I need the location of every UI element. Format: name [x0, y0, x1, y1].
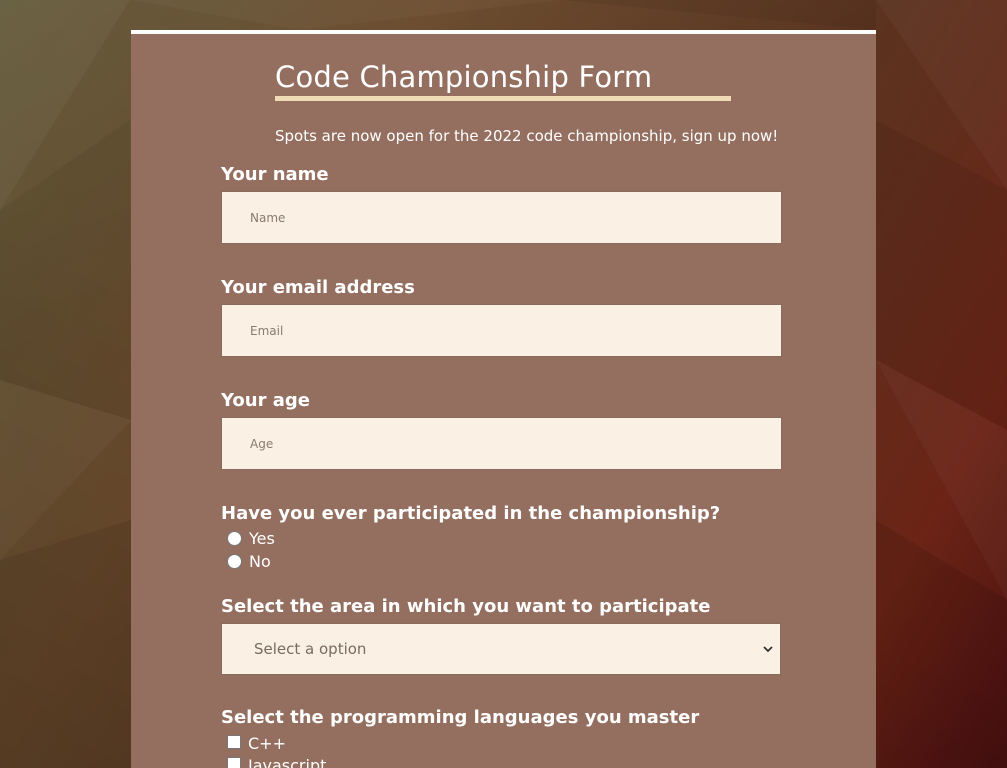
radio-button-no[interactable] — [227, 554, 242, 569]
checkbox-cpp[interactable] — [227, 734, 241, 749]
checkbox-option-cpp[interactable]: C++ — [227, 734, 286, 753]
form-card: Code Championship Form Spots are now ope… — [131, 30, 876, 768]
form-subtitle: Spots are now open for the 2022 code cha… — [275, 127, 779, 145]
email-label: Your email address — [221, 277, 415, 298]
chevron-down-icon — [763, 646, 773, 653]
area-label: Select the area in which you want to par… — [221, 596, 711, 617]
checkbox-javascript[interactable] — [227, 756, 241, 768]
form-title: Code Championship Form — [275, 60, 653, 94]
participated-label: Have you ever participated in the champi… — [221, 503, 721, 524]
checkbox-option-javascript[interactable]: Javascript — [227, 756, 326, 768]
checkbox-label-javascript: Javascript — [248, 756, 327, 768]
radio-label-yes: Yes — [249, 529, 275, 548]
radio-button-yes[interactable] — [227, 531, 242, 546]
name-label: Your name — [221, 164, 329, 185]
area-select[interactable]: Select a option — [221, 623, 781, 675]
area-select-value: Select a option — [254, 640, 367, 658]
languages-label: Select the programming languages you mas… — [221, 707, 700, 728]
checkbox-label-cpp: C++ — [248, 734, 286, 753]
name-input[interactable] — [221, 191, 782, 244]
title-underline — [275, 96, 731, 101]
email-input[interactable] — [221, 304, 782, 357]
radio-option-yes[interactable]: Yes — [227, 529, 275, 548]
age-input[interactable] — [221, 417, 782, 470]
radio-option-no[interactable]: No — [227, 552, 271, 571]
radio-label-no: No — [249, 552, 271, 571]
age-label: Your age — [221, 390, 310, 411]
